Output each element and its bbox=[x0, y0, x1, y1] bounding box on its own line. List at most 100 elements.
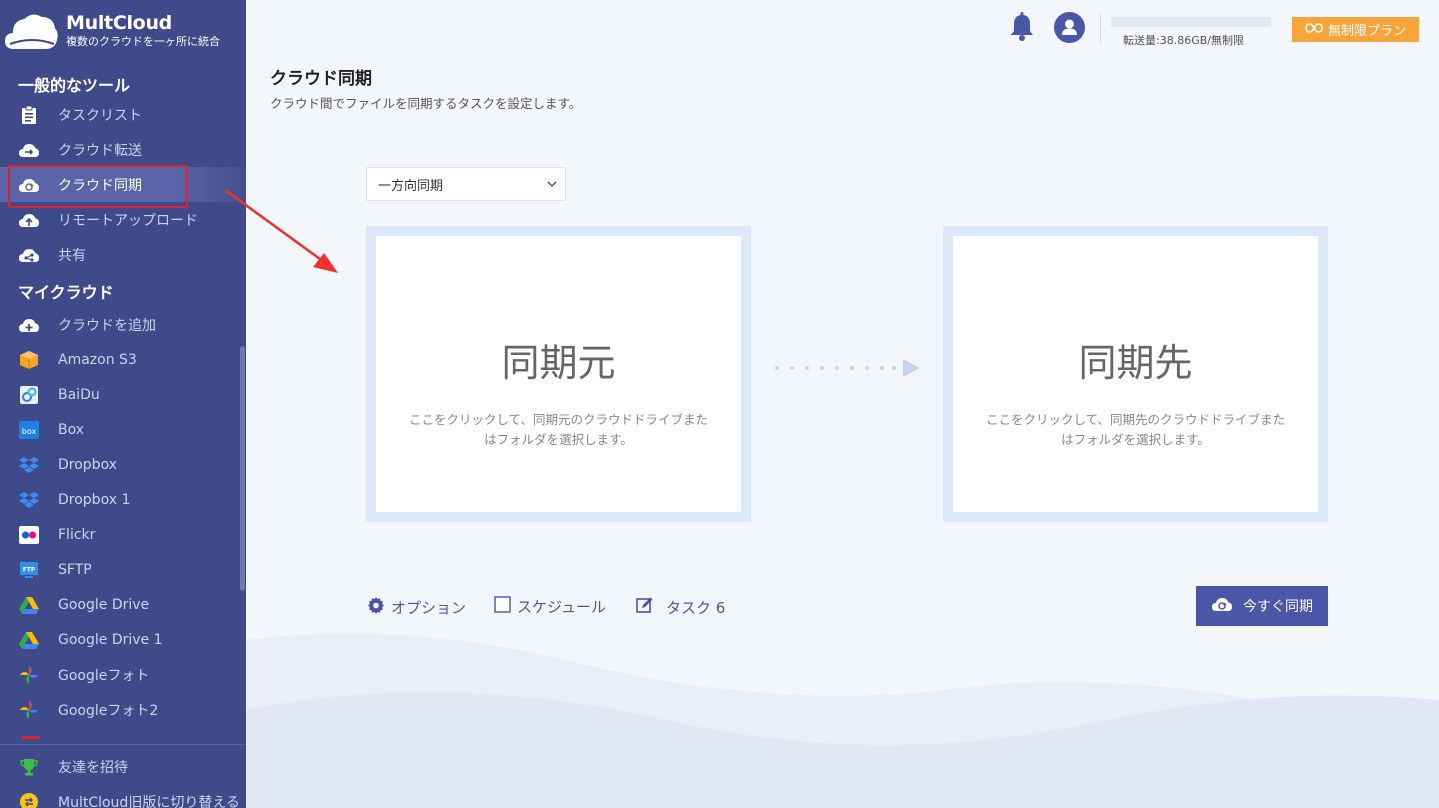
sidebar-item-google-drive[interactable]: Google Drive bbox=[0, 587, 246, 622]
multcloud-logo-icon bbox=[2, 6, 60, 56]
google-photos-icon bbox=[18, 699, 40, 721]
amazon-s3-icon bbox=[18, 349, 40, 371]
sidebar-item-box[interactable]: box Box bbox=[0, 412, 246, 447]
partial-icon bbox=[22, 736, 40, 739]
baidu-icon bbox=[18, 384, 40, 406]
cloud-upload-icon bbox=[18, 209, 40, 231]
sidebar-item-label: Googleフォト2 bbox=[58, 702, 159, 719]
sidebar-item-task-list[interactable]: タスクリスト bbox=[0, 97, 246, 132]
sync-mode-select[interactable]: 一方向同期 bbox=[366, 167, 566, 201]
sftp-icon-text: FTP bbox=[23, 566, 36, 573]
sidebar-item-label: 友達を招待 bbox=[58, 759, 128, 776]
sidebar: MultCloud 複数のクラウドを一ヶ所に統合 一般的なツール タスクリスト … bbox=[0, 0, 246, 808]
cloud-share-icon bbox=[18, 244, 40, 266]
usage-progress-bar bbox=[1111, 17, 1271, 27]
sidebar-item-label: Google Drive bbox=[58, 596, 150, 613]
sync-target-picker[interactable]: 同期先 ここをクリックして、同期先のクラウドドライブまたはフォルダを選択します。 bbox=[953, 236, 1318, 512]
sidebar-item-flickr[interactable]: Flickr bbox=[0, 517, 246, 552]
sidebar-item-label: Box bbox=[58, 421, 85, 438]
sidebar-item-label: SFTP bbox=[58, 561, 92, 578]
page-title: クラウド同期 bbox=[270, 69, 372, 89]
brand-tagline: 複数のクラウドを一ヶ所に統合 bbox=[66, 35, 220, 48]
task-name-button[interactable]: タスク 6 bbox=[636, 596, 725, 618]
sidebar-item-label: Dropbox 1 bbox=[58, 491, 131, 508]
sidebar-item-dropbox[interactable]: Dropbox bbox=[0, 447, 246, 482]
sidebar-item-label: MultCloud旧版に切り替える bbox=[58, 794, 240, 808]
section-title-clouds: マイクラウド bbox=[18, 283, 114, 302]
brand-name: MultCloud bbox=[66, 12, 172, 34]
sync-source-description: ここをクリックして、同期元のクラウドドライブまたはフォルダを選択します。 bbox=[408, 412, 708, 447]
gear-icon bbox=[367, 596, 385, 618]
section-title-tools: 一般的なツール bbox=[18, 76, 131, 95]
options-label: オプション bbox=[391, 598, 467, 617]
google-photos-icon bbox=[18, 664, 40, 686]
cloud-transfer-icon bbox=[18, 139, 40, 161]
sidebar-item-cloud-transfer[interactable]: クラウド転送 bbox=[0, 132, 246, 167]
sidebar-item-label: Google Drive 1 bbox=[58, 631, 163, 648]
unlimited-plan-button[interactable]: 無制限プラン bbox=[1292, 17, 1419, 42]
sync-source-panel: 同期元 ここをクリックして、同期元のクラウドドライブまたはフォルダを選択します。 bbox=[366, 226, 751, 522]
sidebar-divider bbox=[0, 744, 246, 745]
sidebar-item-switch-old-version[interactable]: MultCloud旧版に切り替える bbox=[0, 784, 246, 808]
page-subtitle: クラウド間でファイルを同期するタスクを設定します。 bbox=[270, 96, 582, 111]
cloud-sync-icon bbox=[1211, 596, 1233, 616]
task-label: タスク 6 bbox=[666, 598, 726, 617]
dropbox-icon bbox=[18, 489, 40, 511]
sidebar-item-google-drive-1[interactable]: Google Drive 1 bbox=[0, 622, 246, 657]
sync-target-description: ここをクリックして、同期先のクラウドドライブまたはフォルダを選択します。 bbox=[985, 412, 1285, 447]
infinity-icon bbox=[1305, 22, 1323, 37]
usage-text: 転送量:38.86GB/無制限 bbox=[1123, 34, 1244, 47]
sidebar-item-label: Flickr bbox=[58, 526, 96, 543]
sidebar-item-google-photos-2[interactable]: Googleフォト2 bbox=[0, 692, 246, 727]
schedule-checkbox[interactable]: スケジュール bbox=[494, 596, 606, 617]
checkbox-icon[interactable] bbox=[494, 596, 511, 617]
user-avatar-icon[interactable] bbox=[1054, 12, 1085, 43]
google-drive-icon bbox=[18, 594, 40, 616]
sidebar-item-remote-upload[interactable]: リモートアップロード bbox=[0, 202, 246, 237]
edit-icon bbox=[636, 596, 654, 618]
sync-now-label: 今すぐ同期 bbox=[1243, 599, 1313, 615]
google-drive-icon bbox=[18, 629, 40, 651]
sidebar-item-label: リモートアップロード bbox=[58, 212, 198, 229]
sync-target-panel: 同期先 ここをクリックして、同期先のクラウドドライブまたはフォルダを選択します。 bbox=[943, 226, 1328, 522]
chevron-down-icon bbox=[547, 178, 557, 188]
sidebar-item-label: Googleフォト bbox=[58, 667, 150, 684]
options-button[interactable]: オプション bbox=[367, 596, 466, 618]
dropbox-icon bbox=[18, 454, 40, 476]
switch-icon bbox=[18, 791, 40, 808]
sidebar-item-label: クラウド転送 bbox=[58, 142, 142, 159]
box-icon-text: box bbox=[22, 427, 37, 436]
notification-bell-icon[interactable] bbox=[1008, 12, 1036, 42]
sidebar-item-amazon-s3[interactable]: Amazon S3 bbox=[0, 342, 246, 377]
annotation-arrow bbox=[224, 188, 338, 273]
background-wave bbox=[246, 633, 1439, 808]
sidebar-item-sftp[interactable]: FTP SFTP bbox=[0, 552, 246, 587]
schedule-label: スケジュール bbox=[517, 598, 606, 616]
brand[interactable]: MultCloud 複数のクラウドを一ヶ所に統合 bbox=[0, 0, 246, 62]
sidebar-item-baidu[interactable]: BaiDu bbox=[0, 377, 246, 412]
sidebar-item-add-cloud[interactable]: クラウドを追加 bbox=[0, 307, 246, 342]
flow-arrow-icon bbox=[775, 359, 920, 377]
sidebar-item-label: クラウドを追加 bbox=[58, 317, 156, 334]
cloud-add-icon bbox=[18, 314, 40, 336]
sidebar-item-google-photos[interactable]: Googleフォト bbox=[0, 657, 246, 692]
sidebar-item-invite-friends[interactable]: 友達を招待 bbox=[0, 749, 246, 784]
sync-source-picker[interactable]: 同期元 ここをクリックして、同期元のクラウドドライブまたはフォルダを選択します。 bbox=[376, 236, 741, 512]
sidebar-item-label: 共有 bbox=[58, 247, 86, 264]
sync-source-title: 同期元 bbox=[501, 341, 616, 385]
clipboard-icon bbox=[18, 104, 40, 126]
trophy-icon bbox=[18, 756, 40, 778]
sidebar-item-dropbox-1[interactable]: Dropbox 1 bbox=[0, 482, 246, 517]
sidebar-scrollbar[interactable] bbox=[240, 346, 245, 591]
sidebar-item-label: Amazon S3 bbox=[58, 351, 137, 368]
sync-now-button[interactable]: 今すぐ同期 bbox=[1196, 586, 1328, 626]
header-divider bbox=[1100, 14, 1101, 44]
plan-label: 無制限プラン bbox=[1327, 24, 1406, 39]
sidebar-item-label: Dropbox bbox=[58, 456, 117, 473]
sidebar-item-label: BaiDu bbox=[58, 386, 100, 403]
sidebar-item-label: タスクリスト bbox=[58, 107, 142, 124]
sidebar-item-share[interactable]: 共有 bbox=[0, 237, 246, 272]
sftp-icon: FTP bbox=[18, 559, 40, 581]
flickr-icon bbox=[18, 524, 40, 546]
sync-target-title: 同期先 bbox=[1078, 341, 1193, 385]
